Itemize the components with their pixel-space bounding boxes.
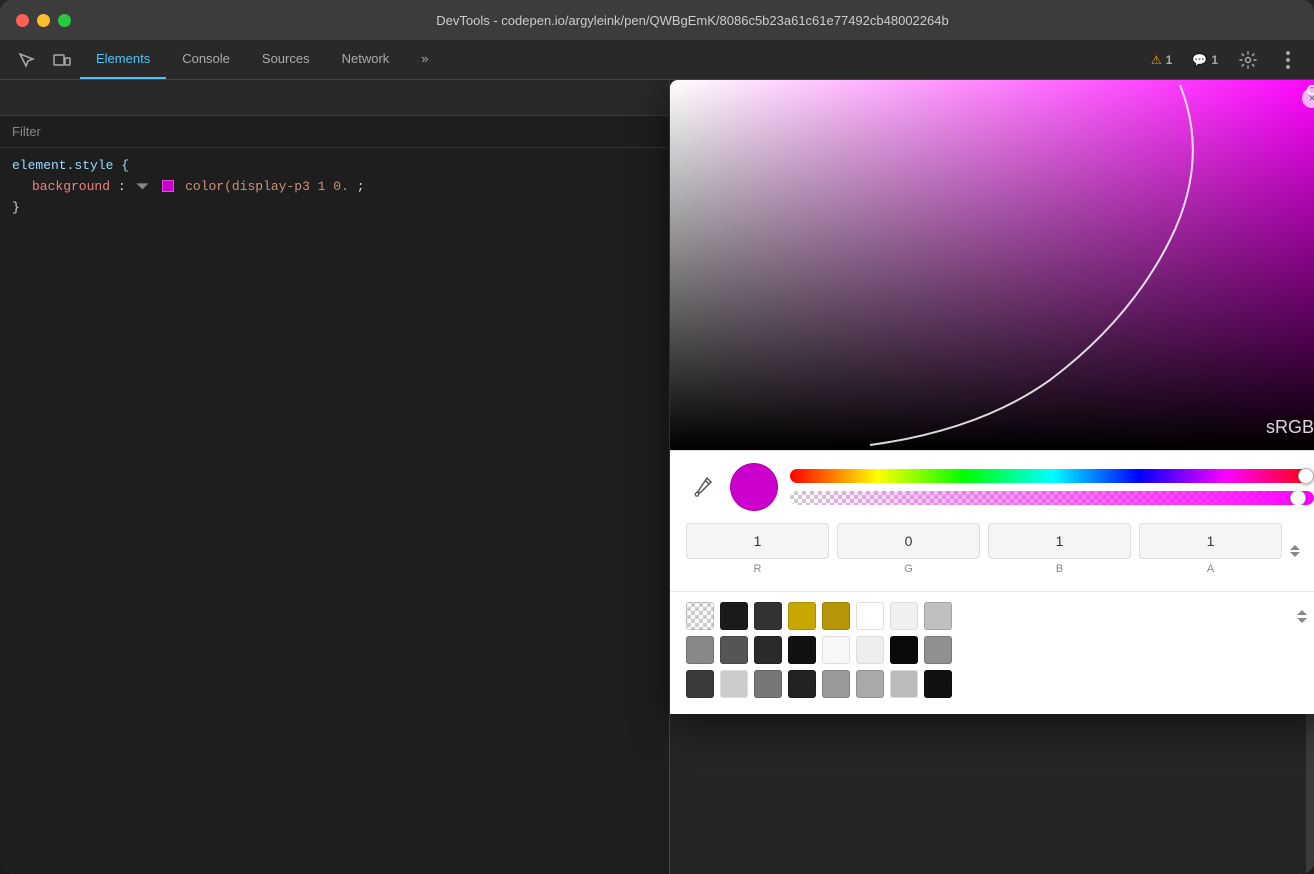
device-mode-icon[interactable] — [44, 40, 80, 79]
settings-icon[interactable] — [1230, 51, 1266, 69]
minimize-button[interactable] — [37, 14, 50, 27]
maximize-button[interactable] — [58, 14, 71, 27]
eyedropper-button[interactable] — [686, 471, 718, 503]
value-spinner[interactable] — [1290, 545, 1314, 575]
more-options-icon[interactable] — [1270, 51, 1306, 69]
alpha-slider[interactable] — [790, 491, 1314, 505]
label-b: B — [1056, 563, 1063, 575]
spinner-down-icon[interactable] — [1290, 552, 1300, 557]
swatch-white1[interactable] — [856, 602, 884, 630]
window-title: DevTools - codepen.io/argyleink/pen/QWBg… — [87, 13, 1298, 28]
css-closing-brace-line: } — [12, 198, 657, 219]
swatches-spinner-down[interactable] — [1297, 618, 1307, 623]
css-value: color(display-p3 1 0. — [185, 179, 349, 194]
devtools-tab-bar: Elements Console Sources Network » ⚠ 1 💬… — [0, 40, 1314, 80]
swatch-gray6[interactable] — [754, 670, 782, 698]
input-group-a: A — [1139, 523, 1282, 575]
messages-badge[interactable]: 💬 1 — [1184, 49, 1226, 71]
css-closing-brace: } — [12, 200, 20, 215]
swatch-gray7[interactable] — [822, 670, 850, 698]
input-group-g: G — [837, 523, 980, 575]
right-panel: sRGB × — [670, 80, 1314, 874]
swatch-gray4[interactable] — [924, 636, 952, 664]
swatch-gray5[interactable] — [720, 670, 748, 698]
devtools-right-icons: ⚠ 1 💬 1 — [1143, 40, 1306, 79]
color-picker-controls: R G B A — [670, 450, 1314, 591]
label-g: G — [904, 563, 913, 575]
swatch-black2[interactable] — [754, 602, 782, 630]
elements-content: element.style { background : color(displ… — [0, 148, 669, 874]
swatch-transparent[interactable] — [686, 602, 714, 630]
css-property-line: background : color(display-p3 1 0. ; — [12, 177, 657, 198]
input-group-b: B — [988, 523, 1131, 575]
hue-slider-thumb[interactable] — [1298, 468, 1314, 484]
swatch-gray9[interactable] — [890, 670, 918, 698]
input-a[interactable] — [1139, 523, 1282, 559]
filter-bar: Filter — [0, 116, 669, 148]
devtools-window: DevTools - codepen.io/argyleink/pen/QWBg… — [0, 0, 1314, 874]
message-icon: 💬 — [1192, 53, 1207, 67]
srgb-label: sRGB — [1266, 417, 1314, 438]
swatches-spinner-up[interactable] — [1297, 610, 1307, 615]
input-g[interactable] — [837, 523, 980, 559]
tab-sources[interactable]: Sources — [246, 40, 326, 79]
input-group-r: R — [686, 523, 829, 575]
swatch-dark1[interactable] — [754, 636, 782, 664]
swatches-row-3 — [686, 670, 1314, 698]
swatch-gray8[interactable] — [856, 670, 884, 698]
swatch-gray3[interactable] — [720, 636, 748, 664]
color-swatch[interactable] — [162, 180, 174, 192]
swatch-gold2[interactable] — [822, 602, 850, 630]
swatches-row-1 — [686, 602, 1314, 630]
tab-more[interactable]: » — [405, 40, 444, 79]
label-a: A — [1207, 563, 1214, 575]
alpha-slider-thumb[interactable] — [1290, 491, 1306, 505]
filter-label: Filter — [12, 124, 41, 139]
elements-panel: Filter element.style { background : colo… — [0, 80, 670, 874]
tab-console[interactable]: Console — [166, 40, 246, 79]
main-content: Filter element.style { background : colo… — [0, 80, 1314, 874]
swatch-black1[interactable] — [720, 602, 748, 630]
input-r[interactable] — [686, 523, 829, 559]
swatches-spinner[interactable] — [1290, 610, 1314, 623]
swatch-gold1[interactable] — [788, 602, 816, 630]
swatch-dark5[interactable] — [788, 670, 816, 698]
alpha-gradient — [790, 491, 1314, 505]
gradient-dark-overlay — [670, 80, 1314, 450]
title-bar: DevTools - codepen.io/argyleink/pen/QWBg… — [0, 0, 1314, 40]
swatch-dark4[interactable] — [686, 670, 714, 698]
swatches-row-2 — [686, 636, 1314, 664]
close-button[interactable] — [16, 14, 29, 27]
swatch-dark2[interactable] — [788, 636, 816, 664]
tab-elements[interactable]: Elements — [80, 40, 166, 79]
swatch-gray1[interactable] — [924, 602, 952, 630]
sliders-container — [790, 469, 1314, 505]
css-selector-line: element.style { — [12, 156, 657, 177]
css-property: background — [32, 179, 110, 194]
color-preview — [730, 463, 778, 511]
swatches-section — [670, 591, 1314, 714]
hue-slider[interactable] — [790, 469, 1314, 483]
warning-icon: ⚠ — [1151, 53, 1162, 67]
swatch-gray2[interactable] — [686, 636, 714, 664]
css-selector: element.style { — [12, 158, 129, 173]
swatch-white2[interactable] — [890, 602, 918, 630]
swatch-light1[interactable] — [822, 636, 850, 664]
css-expand-arrow[interactable] — [136, 180, 148, 192]
controls-row — [686, 463, 1314, 511]
swatch-light2[interactable] — [856, 636, 884, 664]
select-element-icon[interactable] — [8, 40, 44, 79]
label-r: R — [754, 563, 762, 575]
input-b[interactable] — [988, 523, 1131, 559]
warnings-badge[interactable]: ⚠ 1 — [1143, 49, 1180, 71]
elements-toolbar — [0, 80, 669, 116]
traffic-lights — [16, 14, 71, 27]
tab-network[interactable]: Network — [326, 40, 406, 79]
color-gradient-area[interactable]: sRGB × — [670, 80, 1314, 450]
color-picker-popup: sRGB × — [670, 80, 1314, 714]
spinner-up-icon[interactable] — [1290, 545, 1300, 550]
swatch-dark6[interactable] — [924, 670, 952, 698]
rgba-inputs: R G B A — [686, 523, 1314, 575]
swatch-dark3[interactable] — [890, 636, 918, 664]
